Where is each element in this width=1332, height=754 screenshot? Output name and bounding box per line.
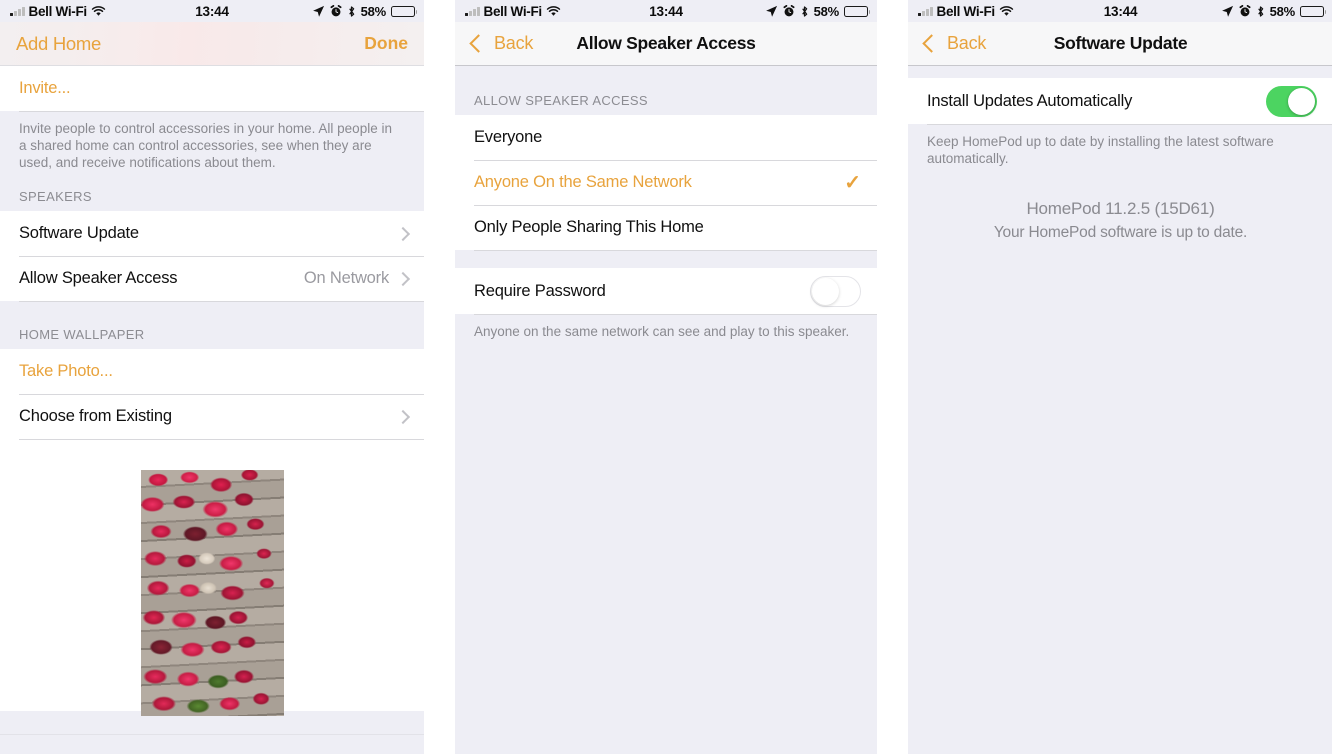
battery-percent-label: 58% (813, 3, 840, 19)
row-software-update-label: Software Update (19, 224, 139, 242)
option-only-people-sharing-home-label: Only People Sharing This Home (474, 218, 704, 236)
option-only-people-sharing-home[interactable]: Only People Sharing This Home (455, 205, 877, 250)
section-header-allow-speaker-access: ALLOW SPEAKER ACCESS (455, 93, 877, 115)
done-button[interactable]: Done (364, 33, 408, 54)
row-install-updates-automatically[interactable]: Install Updates Automatically (908, 78, 1332, 124)
battery-icon (1300, 5, 1327, 17)
back-button-label: Back (947, 33, 987, 53)
option-anyone-same-network[interactable]: Anyone On the Same Network ✓ (455, 160, 877, 205)
row-take-photo[interactable]: Take Photo... (0, 349, 424, 394)
wallpaper-group: Take Photo... Choose from Existing (0, 349, 424, 439)
invite-description: Invite people to control accessories in … (0, 111, 424, 181)
battery-icon (844, 5, 871, 17)
require-password-toggle[interactable] (810, 275, 861, 307)
battery-icon (391, 5, 418, 17)
require-password-description: Anyone on the same network can see and p… (455, 314, 877, 350)
checkmark-icon: ✓ (844, 171, 861, 194)
install-updates-group: Install Updates Automatically (908, 78, 1332, 124)
alarm-clock-icon (1239, 5, 1251, 17)
row-require-password[interactable]: Require Password (455, 268, 877, 314)
bottom-band-1 (0, 734, 424, 754)
wallpaper-red-leaves (140, 470, 284, 716)
option-anyone-same-network-label: Anyone On the Same Network (474, 173, 692, 191)
back-button-label: Back (494, 33, 534, 53)
section-header-speakers: SPEAKERS (0, 181, 424, 211)
location-arrow-icon (312, 5, 324, 17)
back-button[interactable]: Back (469, 33, 534, 54)
group-spacer (455, 66, 877, 93)
bluetooth-icon (801, 5, 807, 17)
battery-percent-label: 58% (360, 3, 387, 19)
nav-bar-software-update: Back Software Update (908, 22, 1332, 66)
install-updates-toggle[interactable] (1266, 85, 1317, 117)
wallpaper-preview-area (0, 439, 424, 716)
version-info-block: HomePod 11.2.5 (15D61) Your HomePod soft… (908, 177, 1332, 242)
status-bar-right: 58% (1221, 3, 1327, 19)
option-everyone-label: Everyone (474, 128, 543, 146)
screen-gap-2 (877, 0, 908, 754)
screen-gap-1 (424, 0, 455, 754)
status-bar-2: Bell Wi-Fi 13:44 58% (455, 0, 877, 22)
group-spacer (455, 250, 877, 268)
group-spacer (908, 66, 1332, 78)
nav-bar-allow-speaker-access: Back Allow Speaker Access (455, 22, 877, 66)
alarm-clock-icon (330, 5, 342, 17)
version-title: HomePod 11.2.5 (15D61) (1026, 199, 1215, 218)
status-bar-right: 58% (312, 3, 418, 19)
nav-bar-add-home: Add Home Done (0, 22, 424, 66)
location-arrow-icon (765, 5, 777, 17)
allow-speaker-access-content: ALLOW SPEAKER ACCESS Everyone Anyone On … (455, 66, 877, 754)
row-install-updates-label: Install Updates Automatically (927, 91, 1133, 110)
alarm-clock-icon (783, 5, 795, 17)
three-phone-screenshots: Bell Wi-Fi 13:44 58% Add Home Done Invit… (0, 0, 1332, 754)
status-bar-1: Bell Wi-Fi 13:44 58% (0, 0, 424, 22)
row-allow-speaker-access-label: Allow Speaker Access (19, 269, 178, 287)
row-require-password-label: Require Password (474, 281, 606, 300)
row-invite-label: Invite... (19, 79, 71, 97)
version-status: Your HomePod software is up to date. (993, 224, 1248, 241)
require-password-group: Require Password (455, 268, 877, 314)
status-bar-3: Bell Wi-Fi 13:44 58% (908, 0, 1332, 22)
screen-software-update: Bell Wi-Fi 13:44 58% Back Software Updat… (908, 0, 1332, 754)
invite-group: Invite... (0, 66, 424, 111)
back-button[interactable]: Back (922, 33, 987, 54)
chevron-right-icon (395, 271, 411, 286)
row-invite[interactable]: Invite... (0, 66, 424, 111)
battery-percent-label: 58% (1269, 3, 1296, 19)
chevron-right-icon (395, 409, 411, 424)
bluetooth-icon (348, 5, 354, 17)
screen-add-home: Bell Wi-Fi 13:44 58% Add Home Done Invit… (0, 0, 424, 754)
row-allow-speaker-access-value: On Network (303, 269, 389, 287)
row-software-update[interactable]: Software Update (0, 211, 424, 256)
row-take-photo-label: Take Photo... (19, 362, 113, 380)
chevron-right-icon (395, 226, 411, 241)
group-spacer (0, 301, 424, 327)
option-everyone[interactable]: Everyone (455, 115, 877, 160)
screen-allow-speaker-access: Bell Wi-Fi 13:44 58% Back Allow Speaker … (455, 0, 877, 754)
software-update-content: Install Updates Automatically Keep HomeP… (908, 66, 1332, 754)
location-arrow-icon (1221, 5, 1233, 17)
wallpaper-thumbnail[interactable] (140, 470, 284, 716)
add-home-content: Invite... Invite people to control acces… (0, 66, 424, 754)
row-allow-speaker-access[interactable]: Allow Speaker Access On Network (0, 256, 424, 301)
section-header-home-wallpaper: HOME WALLPAPER (0, 327, 424, 349)
status-bar-right: 58% (765, 3, 871, 19)
bluetooth-icon (1257, 5, 1263, 17)
row-choose-from-existing-label: Choose from Existing (19, 407, 172, 425)
row-choose-from-existing[interactable]: Choose from Existing (0, 394, 424, 439)
speakers-group: Software Update Allow Speaker Access On … (0, 211, 424, 301)
chevron-left-icon (922, 34, 941, 53)
page-title: Add Home (16, 32, 102, 54)
chevron-left-icon (469, 34, 488, 53)
access-options-group: Everyone Anyone On the Same Network ✓ On… (455, 115, 877, 250)
install-updates-description: Keep HomePod up to date by installing th… (908, 124, 1332, 177)
